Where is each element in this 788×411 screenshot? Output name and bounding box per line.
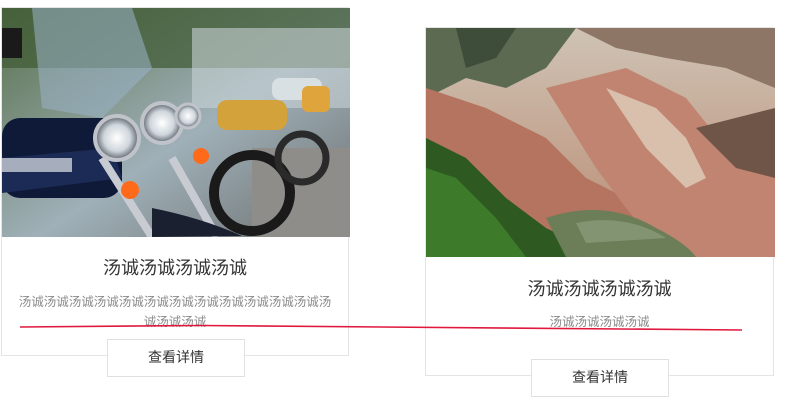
product-card-1: 汤诚汤诚汤诚汤诚 汤诚汤诚汤诚汤诚汤诚汤诚汤诚汤诚汤诚汤诚汤诚汤诚汤诚汤诚汤诚 xyxy=(1,7,350,356)
motorcycles-illustration xyxy=(2,8,350,237)
view-details-button[interactable]: 查看详情 xyxy=(531,359,669,397)
page: 汤诚汤诚汤诚汤诚 汤诚汤诚汤诚汤诚汤诚汤诚汤诚汤诚汤诚汤诚汤诚汤诚汤诚汤诚汤诚 … xyxy=(0,0,788,411)
card-description: 汤诚汤诚汤诚汤诚汤诚汤诚汤诚汤诚汤诚汤诚汤诚汤诚汤诚汤诚汤诚 xyxy=(18,294,332,329)
card-image-mountain[interactable] xyxy=(426,28,775,257)
card-image-motorcycles[interactable] xyxy=(2,8,350,237)
card-title: 汤诚汤诚汤诚汤诚 xyxy=(103,258,247,279)
mountain-canyon-illustration xyxy=(426,28,775,257)
product-card-2: 汤诚汤诚汤诚汤诚 汤诚汤诚汤诚汤诚 xyxy=(425,27,775,376)
view-details-button[interactable]: 查看详情 xyxy=(107,339,245,377)
card-description: 汤诚汤诚汤诚汤诚 xyxy=(549,314,650,329)
card-title: 汤诚汤诚汤诚汤诚 xyxy=(527,279,672,300)
